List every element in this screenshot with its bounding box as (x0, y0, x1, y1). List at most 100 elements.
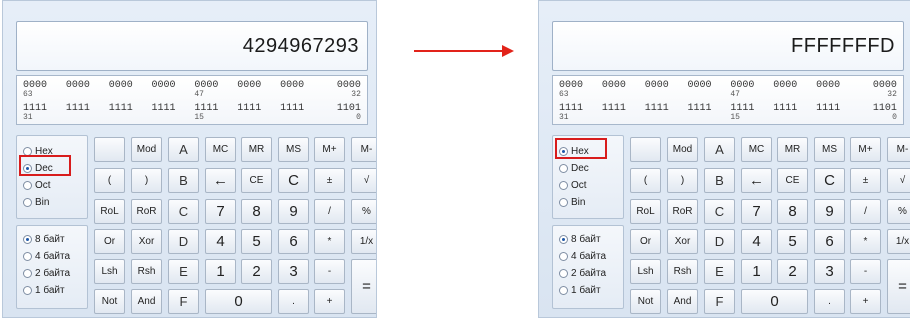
calc-button[interactable]: Mod (131, 137, 162, 162)
calc-button[interactable]: 0 (741, 289, 808, 314)
calc-button[interactable]: CE (241, 168, 272, 193)
backspace-button[interactable]: ← (205, 168, 236, 193)
calc-button[interactable]: A (168, 137, 199, 162)
calc-button[interactable]: + (850, 289, 881, 314)
calc-button[interactable]: 1/x (351, 229, 376, 254)
calc-button[interactable]: 3 (278, 259, 309, 284)
radio-dot-icon[interactable] (559, 197, 568, 207)
calc-button[interactable]: Mod (667, 137, 698, 162)
radio-dot-icon[interactable] (23, 268, 32, 278)
radio-size[interactable]: 2 байта (23, 266, 70, 280)
calc-button[interactable]: . (278, 289, 309, 314)
calc-button[interactable]: 2 (241, 259, 272, 284)
radio-dot-icon[interactable] (23, 180, 32, 190)
radio-dot-icon[interactable] (23, 285, 32, 295)
radio-dot-icon[interactable] (23, 251, 32, 261)
calc-button[interactable]: ± (850, 168, 881, 193)
calc-button[interactable]: C (704, 199, 735, 224)
radio-dec[interactable]: Dec (559, 161, 589, 175)
calc-button[interactable]: * (850, 229, 881, 254)
radio-dot-icon[interactable] (559, 251, 568, 261)
calc-button[interactable]: - (850, 259, 881, 284)
calc-button[interactable]: % (887, 199, 910, 224)
calc-button[interactable]: Rsh (131, 259, 162, 284)
calc-button[interactable]: RoL (94, 199, 125, 224)
calc-button[interactable]: + (314, 289, 345, 314)
calc-button[interactable]: 9 (814, 199, 845, 224)
calc-button[interactable]: 7 (205, 199, 236, 224)
calc-button[interactable]: M- (887, 137, 910, 162)
calc-button[interactable]: A (704, 137, 735, 162)
calc-button[interactable]: Rsh (667, 259, 698, 284)
radio-size[interactable]: 2 байта (559, 266, 606, 280)
calc-button[interactable]: 4 (205, 229, 236, 254)
radio-oct[interactable]: Oct (559, 178, 587, 192)
radio-size[interactable]: 1 байт (559, 283, 601, 297)
radio-bin[interactable]: Bin (559, 195, 585, 209)
calc-button[interactable]: 5 (241, 229, 272, 254)
calc-button[interactable]: M+ (850, 137, 881, 162)
calc-button[interactable]: ( (94, 168, 125, 193)
calc-button[interactable]: = (351, 259, 376, 314)
radio-dot-icon[interactable] (559, 180, 568, 190)
calc-button[interactable]: MS (814, 137, 845, 162)
radio-size[interactable]: 8 байт (23, 232, 65, 246)
calc-button[interactable]: 1 (205, 259, 236, 284)
calc-button[interactable]: 5 (777, 229, 808, 254)
calc-button[interactable]: / (850, 199, 881, 224)
blank-button[interactable] (94, 137, 125, 162)
calc-button[interactable]: Lsh (94, 259, 125, 284)
calc-button[interactable]: E (704, 259, 735, 284)
calc-button[interactable]: ) (667, 168, 698, 193)
radio-size[interactable]: 1 байт (23, 283, 65, 297)
calc-button[interactable]: M+ (314, 137, 345, 162)
calc-button[interactable]: MR (777, 137, 808, 162)
radio-bin[interactable]: Bin (23, 195, 49, 209)
radio-dot-icon[interactable] (559, 268, 568, 278)
calc-button[interactable]: ) (131, 168, 162, 193)
calc-button[interactable]: F (168, 289, 199, 314)
calc-button[interactable]: B (168, 168, 199, 193)
calc-button[interactable]: 0 (205, 289, 272, 314)
radio-size[interactable]: 4 байта (559, 249, 606, 263)
calc-button[interactable]: 8 (777, 199, 808, 224)
radio-size[interactable]: 4 байта (23, 249, 70, 263)
calc-button[interactable]: E (168, 259, 199, 284)
calc-button[interactable]: 2 (777, 259, 808, 284)
radio-dot-icon[interactable] (559, 234, 568, 244)
calc-button[interactable]: 4 (741, 229, 772, 254)
calc-button[interactable]: B (704, 168, 735, 193)
calc-button[interactable]: 8 (241, 199, 272, 224)
radio-dot-icon[interactable] (559, 163, 568, 173)
calc-button[interactable]: - (314, 259, 345, 284)
calc-button[interactable]: % (351, 199, 376, 224)
calc-button[interactable]: . (814, 289, 845, 314)
calc-button[interactable]: CE (777, 168, 808, 193)
calc-button[interactable]: MS (278, 137, 309, 162)
calc-button[interactable]: 3 (814, 259, 845, 284)
calc-button[interactable]: F (704, 289, 735, 314)
calc-button[interactable]: 6 (278, 229, 309, 254)
calc-button[interactable]: 9 (278, 199, 309, 224)
calc-button[interactable]: D (704, 229, 735, 254)
calc-button[interactable]: D (168, 229, 199, 254)
calc-button[interactable]: 1/x (887, 229, 910, 254)
calc-button[interactable]: And (131, 289, 162, 314)
radio-size[interactable]: 8 байт (559, 232, 601, 246)
calc-button[interactable]: Or (94, 229, 125, 254)
radio-dot-icon[interactable] (559, 285, 568, 295)
backspace-button[interactable]: ← (741, 168, 772, 193)
calc-button[interactable]: * (314, 229, 345, 254)
calc-button[interactable]: ( (630, 168, 661, 193)
calc-button[interactable]: M- (351, 137, 376, 162)
calc-button[interactable]: = (887, 259, 910, 314)
calc-button[interactable]: 1 (741, 259, 772, 284)
radio-dot-icon[interactable] (23, 234, 32, 244)
calc-button[interactable]: Or (630, 229, 661, 254)
calc-button[interactable]: C (814, 168, 845, 193)
calc-button[interactable]: Not (630, 289, 661, 314)
calc-button[interactable]: 6 (814, 229, 845, 254)
calc-button[interactable]: And (667, 289, 698, 314)
calc-button[interactable]: 7 (741, 199, 772, 224)
calc-button[interactable]: ± (314, 168, 345, 193)
